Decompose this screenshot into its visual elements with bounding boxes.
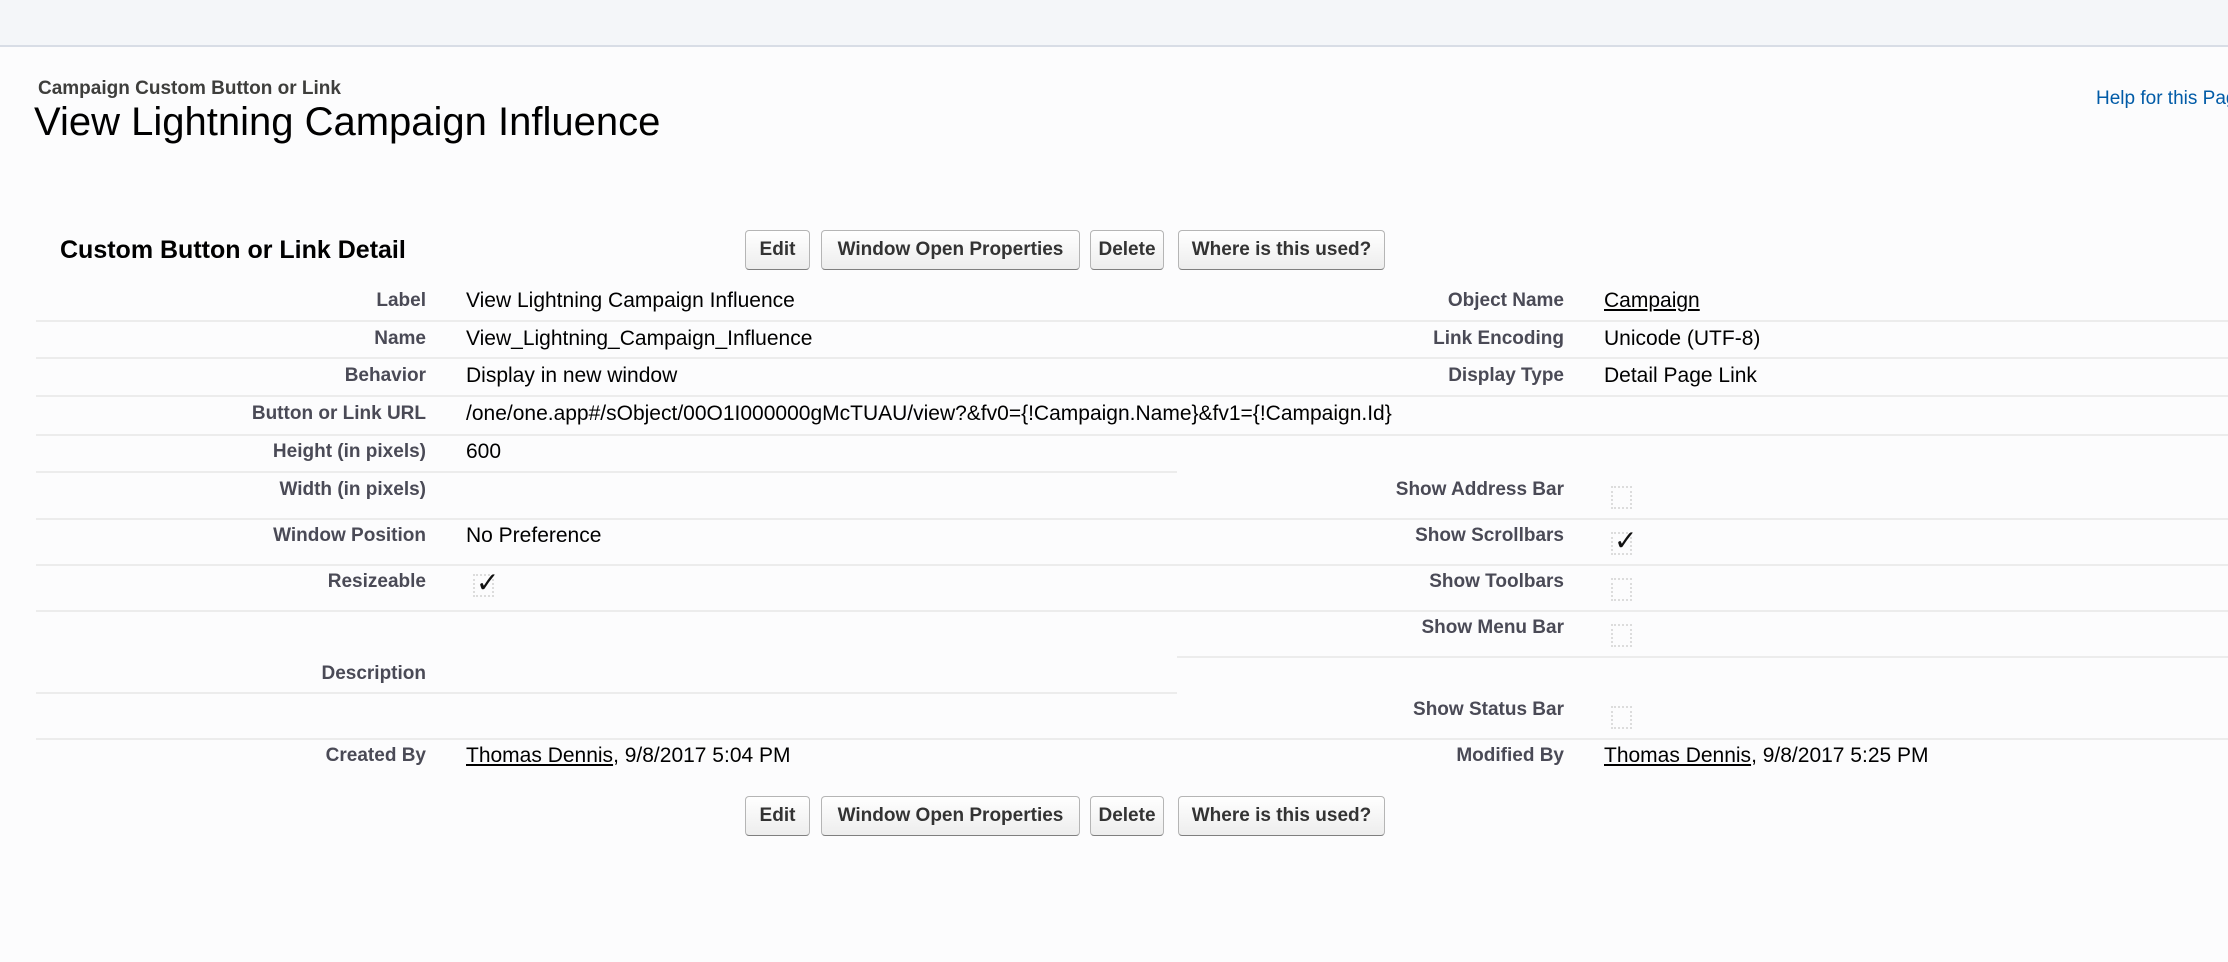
show-menu-bar-checkbox bbox=[1611, 624, 1632, 647]
show-menu-bar-label: Show Menu Bar bbox=[1421, 617, 1564, 638]
divider bbox=[36, 320, 2228, 322]
label-label: Label bbox=[376, 290, 426, 311]
divider bbox=[36, 471, 1177, 473]
resizeable-checkbox: ✓ bbox=[473, 567, 499, 598]
object-name-link[interactable]: Campaign bbox=[1604, 289, 1700, 313]
show-toolbars-label: Show Toolbars bbox=[1429, 571, 1564, 592]
description-label: Description bbox=[321, 663, 426, 684]
checkmark-icon: ✓ bbox=[476, 567, 500, 598]
name-label: Name bbox=[374, 328, 426, 349]
edit-button[interactable]: Edit bbox=[745, 230, 810, 270]
display-type-value: Detail Page Link bbox=[1604, 364, 1757, 387]
page-title: View Lightning Campaign Influence bbox=[34, 100, 661, 144]
divider bbox=[1177, 656, 2228, 658]
resizeable-label: Resizeable bbox=[327, 571, 426, 592]
help-link[interactable]: Help for this Page bbox=[2096, 88, 2228, 110]
modified-by-user-link[interactable]: Thomas Dennis bbox=[1604, 744, 1751, 767]
checkmark-icon: ✓ bbox=[1614, 525, 1638, 556]
created-by-user-link[interactable]: Thomas Dennis bbox=[466, 744, 613, 767]
window-open-properties-button[interactable]: Window Open Properties bbox=[821, 230, 1080, 270]
divider bbox=[36, 357, 2228, 359]
where-used-button[interactable]: Where is this used? bbox=[1178, 796, 1385, 836]
show-scrollbars-label: Show Scrollbars bbox=[1415, 525, 1564, 546]
modified-by-label: Modified By bbox=[1456, 745, 1564, 766]
url-value: /one/one.app#/sObject/00O1I000000gMcTUAU… bbox=[466, 402, 1392, 425]
show-scrollbars-checkbox: ✓ bbox=[1611, 525, 1637, 556]
where-used-button[interactable]: Where is this used? bbox=[1178, 230, 1385, 270]
show-status-bar-checkbox bbox=[1611, 706, 1632, 729]
show-address-bar-checkbox bbox=[1611, 486, 1632, 509]
window-open-properties-button[interactable]: Window Open Properties bbox=[821, 796, 1080, 836]
divider bbox=[36, 518, 2228, 520]
window-position-value: No Preference bbox=[466, 524, 602, 547]
delete-button[interactable]: Delete bbox=[1090, 796, 1164, 836]
display-type-label: Display Type bbox=[1448, 365, 1564, 386]
behavior-label: Behavior bbox=[344, 365, 426, 386]
show-status-bar-label: Show Status Bar bbox=[1413, 699, 1564, 720]
height-value: 600 bbox=[466, 440, 502, 463]
page-subtitle: Campaign Custom Button or Link bbox=[38, 78, 341, 99]
modified-by-value: Thomas Dennis, 9/8/2017 5:25 PM bbox=[1604, 744, 1929, 768]
object-name-label: Object Name bbox=[1447, 290, 1564, 311]
show-address-bar-label: Show Address Bar bbox=[1395, 479, 1564, 500]
link-encoding-label: Link Encoding bbox=[1433, 328, 1564, 349]
created-by-label: Created By bbox=[325, 745, 426, 766]
divider bbox=[36, 564, 2228, 566]
url-label: Button or Link URL bbox=[251, 403, 426, 424]
height-label: Height (in pixels) bbox=[272, 441, 426, 462]
window-position-label: Window Position bbox=[273, 525, 426, 546]
link-encoding-value: Unicode (UTF-8) bbox=[1604, 327, 1761, 350]
behavior-value: Display in new window bbox=[466, 364, 678, 387]
name-value: View_Lightning_Campaign_Influence bbox=[466, 327, 813, 350]
show-toolbars-checkbox bbox=[1611, 578, 1632, 601]
label-value: View Lightning Campaign Influence bbox=[466, 289, 795, 312]
section-title: Custom Button or Link Detail bbox=[60, 236, 406, 264]
modified-by-date: , 9/8/2017 5:25 PM bbox=[1751, 744, 1929, 767]
top-bar bbox=[0, 0, 2228, 47]
divider bbox=[36, 610, 2228, 612]
edit-button[interactable]: Edit bbox=[745, 796, 810, 836]
width-label: Width (in pixels) bbox=[279, 479, 426, 500]
divider bbox=[36, 395, 2228, 397]
delete-button[interactable]: Delete bbox=[1090, 230, 1164, 270]
divider bbox=[36, 434, 2228, 436]
created-by-value: Thomas Dennis, 9/8/2017 5:04 PM bbox=[466, 744, 791, 768]
divider bbox=[36, 692, 1177, 694]
divider bbox=[36, 738, 2228, 740]
created-by-date: , 9/8/2017 5:04 PM bbox=[613, 744, 791, 767]
